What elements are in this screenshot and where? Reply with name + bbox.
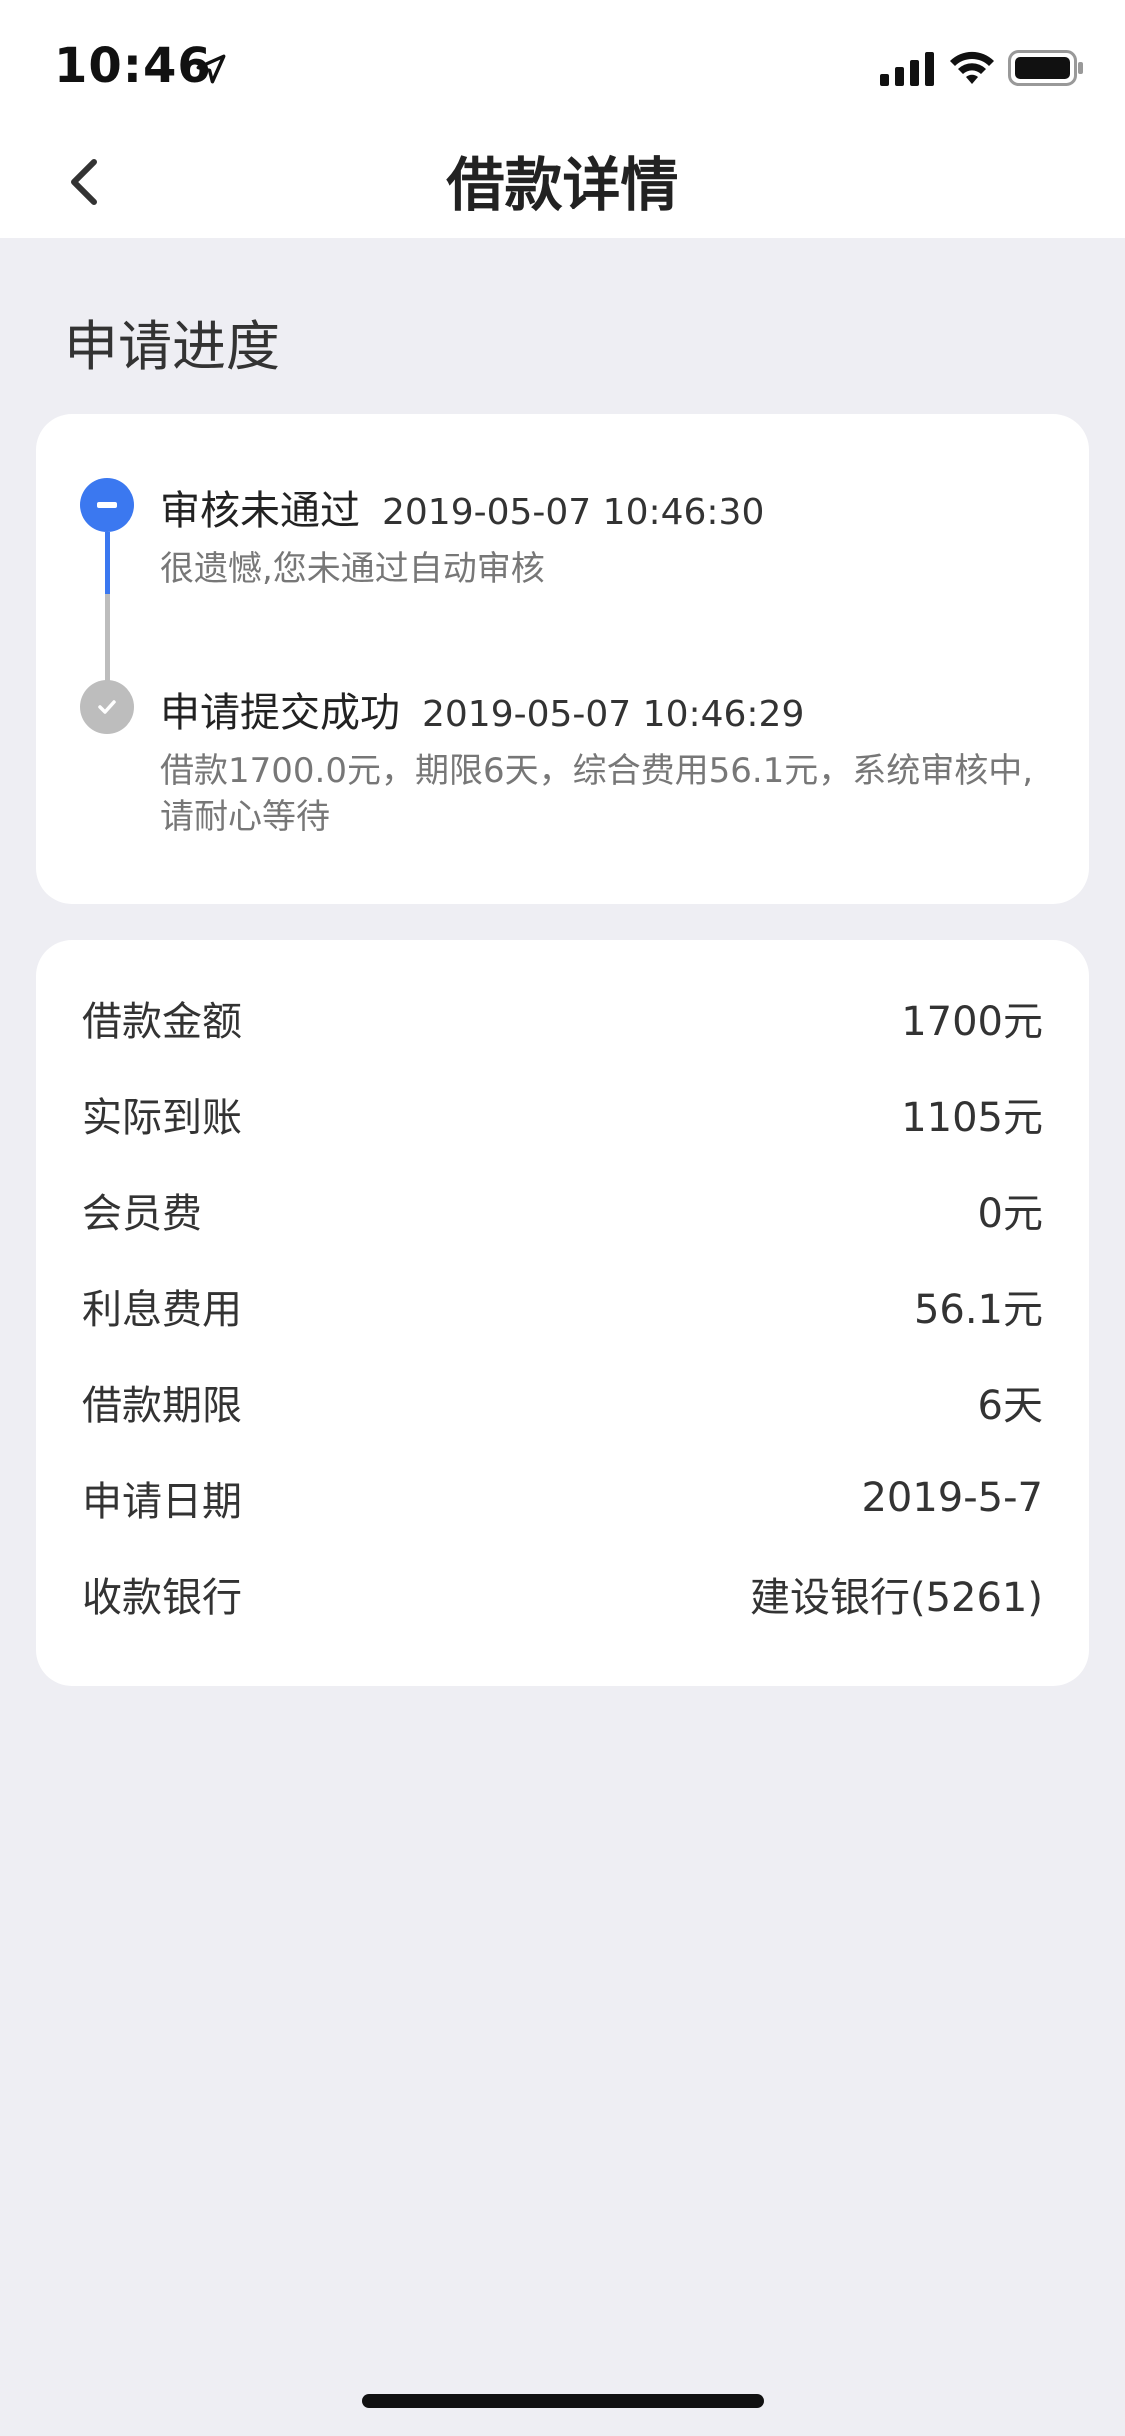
step-status: 申请提交成功 bbox=[160, 690, 400, 736]
detail-value: 6天 bbox=[977, 1383, 1043, 1429]
detail-value: 2019-5-7 bbox=[861, 1475, 1043, 1521]
step-timestamp: 2019-05-07 10:46:30 bbox=[382, 492, 765, 533]
status-time: 10:46 bbox=[54, 38, 212, 94]
detail-label: 借款金额 bbox=[82, 999, 242, 1045]
detail-row-apply-date: 申请日期 2019-5-7 bbox=[82, 1468, 1043, 1528]
check-icon bbox=[80, 680, 134, 734]
timeline-step-title: 审核未通过 2019-05-07 10:46:30 bbox=[160, 478, 764, 536]
rejected-status-icon bbox=[80, 478, 134, 532]
detail-label: 收款银行 bbox=[82, 1575, 242, 1621]
detail-row-receiving-bank: 收款银行 建设银行(5261) bbox=[82, 1564, 1043, 1624]
detail-row-actual-received: 实际到账 1105元 bbox=[82, 1084, 1043, 1144]
detail-value: 建设银行(5261) bbox=[749, 1575, 1043, 1621]
detail-label: 实际到账 bbox=[82, 1095, 242, 1141]
chevron-left-icon bbox=[71, 159, 97, 205]
battery-icon bbox=[1008, 50, 1083, 86]
wifi-icon bbox=[950, 51, 994, 84]
detail-label: 申请日期 bbox=[82, 1479, 242, 1525]
status-bar: 10:46 bbox=[0, 0, 1125, 132]
detail-label: 利息费用 bbox=[82, 1287, 242, 1333]
location-arrow-icon bbox=[196, 54, 226, 84]
detail-value: 0元 bbox=[977, 1191, 1043, 1237]
home-indicator[interactable] bbox=[362, 2394, 764, 2408]
detail-row-loan-term: 借款期限 6天 bbox=[82, 1372, 1043, 1432]
loan-details-card: 借款金额 1700元 实际到账 1105元 会员费 0元 利息费用 56.1元 … bbox=[36, 940, 1089, 1686]
step-description: 借款1700.0元，期限6天，综合费用56.1元，系统审核中,请耐心等待 bbox=[160, 751, 1034, 837]
detail-row-interest-fee: 利息费用 56.1元 bbox=[82, 1276, 1043, 1336]
back-button[interactable] bbox=[44, 142, 124, 222]
detail-row-loan-amount: 借款金额 1700元 bbox=[82, 988, 1043, 1048]
navigation-bar: 借款详情 bbox=[0, 132, 1125, 238]
step-description: 很遗憾,您未通过自动审核 bbox=[160, 549, 545, 589]
detail-value: 56.1元 bbox=[913, 1287, 1043, 1333]
detail-label: 会员费 bbox=[82, 1191, 202, 1237]
detail-row-membership-fee: 会员费 0元 bbox=[82, 1180, 1043, 1240]
timeline-connector bbox=[105, 532, 110, 594]
timeline-step-title: 申请提交成功 2019-05-07 10:46:29 bbox=[160, 680, 804, 738]
timeline-connector bbox=[105, 594, 110, 682]
detail-value: 1700元 bbox=[901, 999, 1043, 1045]
detail-label: 借款期限 bbox=[82, 1383, 242, 1429]
detail-value: 1105元 bbox=[901, 1095, 1043, 1141]
step-timestamp: 2019-05-07 10:46:29 bbox=[422, 694, 805, 735]
cellular-signal-icon bbox=[880, 52, 934, 86]
section-title: 申请进度 bbox=[64, 315, 280, 378]
step-status: 审核未通过 bbox=[160, 488, 360, 534]
progress-card: 审核未通过 2019-05-07 10:46:30 很遗憾,您未通过自动审核 申请… bbox=[36, 414, 1089, 904]
page-title: 借款详情 bbox=[446, 151, 679, 219]
